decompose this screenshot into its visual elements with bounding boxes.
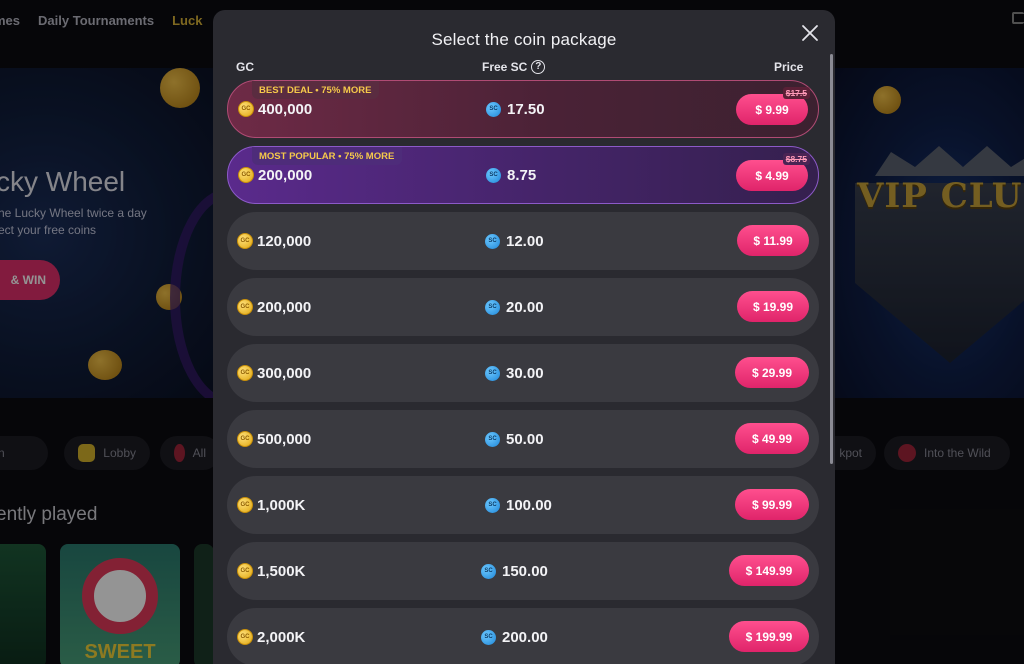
- sc-amount: SC 12.00: [485, 212, 544, 270]
- header-gc: GC: [236, 60, 254, 74]
- package-row[interactable]: GC 2,000K SC 200.00 $ 199.99: [227, 608, 819, 664]
- sc-amount: SC 8.75: [486, 147, 536, 203]
- header-price: Price: [774, 60, 804, 74]
- buy-button[interactable]: $ 29.99: [735, 357, 809, 388]
- gold-coin-icon: GC: [237, 233, 253, 249]
- buy-button[interactable]: $ 11.99: [737, 225, 809, 256]
- sc-amount: SC 30.00: [485, 344, 544, 402]
- gc-amount: GC 120,000: [237, 212, 311, 270]
- sweep-coin-icon: SC: [486, 101, 501, 117]
- old-price: $17.5: [782, 87, 810, 99]
- buy-button[interactable]: $ 149.99: [729, 555, 809, 586]
- help-icon[interactable]: ?: [531, 60, 546, 74]
- buy-button[interactable]: $ 49.99: [735, 423, 809, 454]
- package-row[interactable]: GC 1,000K SC 100.00 $ 99.99: [227, 476, 819, 534]
- gold-coin-icon: GC: [237, 365, 253, 381]
- gc-amount: GC 200,000: [238, 153, 312, 197]
- sc-amount: SC 17.50: [486, 81, 545, 137]
- header-free-sc: Free SC ?: [482, 60, 546, 74]
- sweep-coin-icon: SC: [481, 629, 496, 645]
- sweep-coin-icon: SC: [486, 167, 501, 183]
- sweep-coin-icon: SC: [485, 431, 500, 447]
- buy-button[interactable]: $ 4.99 $8.75: [736, 153, 810, 191]
- sweep-coin-icon: SC: [485, 497, 500, 513]
- package-row[interactable]: GC 120,000 SC 12.00 $ 11.99: [227, 212, 819, 270]
- scrollbar[interactable]: [830, 54, 833, 464]
- sweep-coin-icon: SC: [481, 563, 496, 579]
- gold-coin-icon: GC: [238, 101, 254, 117]
- modal-title: Select the coin package: [431, 30, 617, 49]
- sc-amount: SC 20.00: [485, 278, 544, 336]
- sc-amount: SC 150.00: [481, 542, 548, 600]
- gold-coin-icon: GC: [237, 299, 253, 315]
- close-icon: [802, 25, 818, 41]
- sc-amount: SC 50.00: [485, 410, 544, 468]
- old-price: $8.75: [782, 153, 810, 165]
- buy-button[interactable]: $ 9.99 $17.5: [736, 87, 810, 125]
- gold-coin-icon: GC: [237, 431, 253, 447]
- package-row[interactable]: GC 500,000 SC 50.00 $ 49.99: [227, 410, 819, 468]
- gold-coin-icon: GC: [237, 497, 253, 513]
- sc-amount: SC 200.00: [481, 608, 548, 664]
- package-row[interactable]: GC 1,500K SC 150.00 $ 149.99: [227, 542, 819, 600]
- package-row[interactable]: GC 200,000 SC 20.00 $ 19.99: [227, 278, 819, 336]
- gc-amount: GC 200,000: [237, 278, 311, 336]
- gc-amount: GC 500,000: [237, 410, 311, 468]
- coin-package-modal: Select the coin package GC Free SC ? Pri…: [213, 10, 835, 664]
- gold-coin-icon: GC: [237, 629, 253, 645]
- sweep-coin-icon: SC: [485, 365, 500, 381]
- sc-amount: SC 100.00: [485, 476, 552, 534]
- gc-amount: GC 1,500K: [237, 542, 305, 600]
- package-row[interactable]: BEST DEAL • 75% MORE GC 400,000 SC 17.50…: [227, 80, 819, 138]
- buy-button[interactable]: $ 19.99: [737, 291, 809, 322]
- gc-amount: GC 2,000K: [237, 608, 305, 664]
- package-row[interactable]: MOST POPULAR • 75% MORE GC 200,000 SC 8.…: [227, 146, 819, 204]
- sweep-coin-icon: SC: [485, 299, 500, 315]
- buy-button[interactable]: $ 99.99: [735, 489, 809, 520]
- gold-coin-icon: GC: [237, 563, 253, 579]
- gc-amount: GC 400,000: [238, 87, 312, 131]
- gc-amount: GC 300,000: [237, 344, 311, 402]
- buy-button[interactable]: $ 199.99: [729, 621, 809, 652]
- close-button[interactable]: [799, 22, 821, 44]
- package-row[interactable]: GC 300,000 SC 30.00 $ 29.99: [227, 344, 819, 402]
- sweep-coin-icon: SC: [485, 233, 500, 249]
- gc-amount: GC 1,000K: [237, 476, 305, 534]
- column-headers: GC Free SC ? Price: [213, 58, 835, 74]
- gold-coin-icon: GC: [238, 167, 254, 183]
